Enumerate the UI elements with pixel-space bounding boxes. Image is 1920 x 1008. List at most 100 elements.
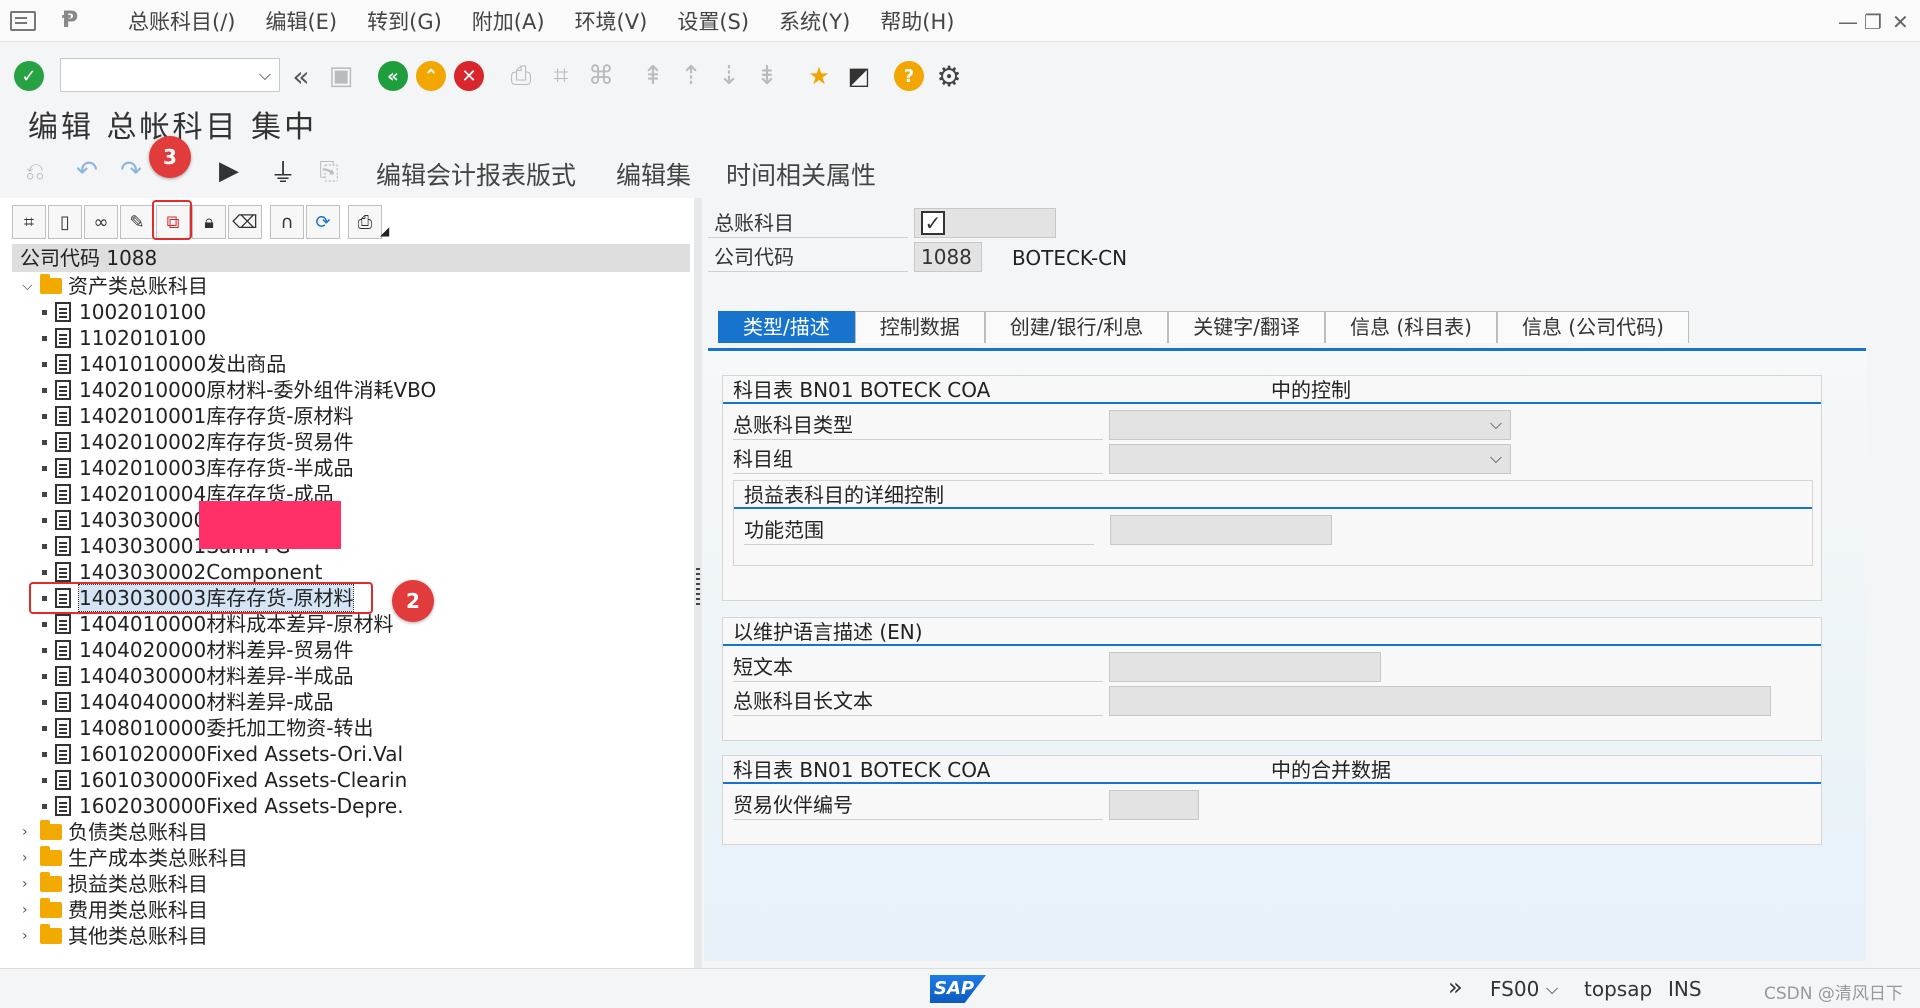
tree-folder[interactable]: › 生产成本类总账科目 — [12, 845, 690, 871]
functional-area-field[interactable] — [1110, 515, 1332, 545]
menu-gl-account[interactable]: 总账科目(/) — [128, 6, 235, 36]
tree-leaf-account[interactable]: 1404040000材料差异-成品 — [12, 689, 690, 715]
refresh-icon[interactable]: ⟳ — [306, 205, 340, 239]
tree-leaf-account[interactable]: 1002010100 — [12, 299, 690, 325]
tree-leaf-account[interactable]: 1404030000材料差异-半成品 — [12, 663, 690, 689]
tab-keyword-translation[interactable]: 关键字/翻译 — [1168, 311, 1325, 343]
menu-environment[interactable]: 环境(V) — [575, 6, 648, 36]
chevron-down-icon[interactable]: ⌵ — [1546, 979, 1558, 999]
trash-icon[interactable]: ⌫ — [228, 205, 262, 239]
gear-icon[interactable]: ⚙ — [932, 59, 966, 93]
menu-settings[interactable]: 设置(S) — [677, 6, 749, 36]
binoculars-icon[interactable]: ⌗ — [12, 205, 46, 239]
company-code-field[interactable]: 1088 — [914, 242, 982, 272]
menu-help[interactable]: 帮助(H) — [880, 6, 954, 36]
tree-folder[interactable]: › 负债类总账科目 — [12, 819, 690, 845]
headset-icon[interactable]: ∩ — [270, 205, 304, 239]
pencil-icon[interactable]: ✎ — [120, 205, 154, 239]
chevron-right-icon[interactable]: › — [22, 923, 36, 949]
printer-icon[interactable]: ⎙ — [348, 205, 382, 239]
chevron-down-icon[interactable]: ⌵ — [22, 273, 36, 299]
tree-leaf-account[interactable]: 1404010000材料成本差异-原材料 — [12, 611, 690, 637]
menu-goto[interactable]: 转到(G) — [367, 6, 442, 36]
save-icon[interactable]: ▣ — [324, 59, 358, 93]
tree-leaf-account[interactable]: 1601030000Fixed Assets-Clearin — [12, 767, 690, 793]
dropdown-arrow-icon[interactable]: ◢ — [380, 224, 389, 238]
command-field[interactable]: ⌵ — [60, 58, 280, 92]
chevron-right-icon[interactable]: › — [22, 819, 36, 845]
print-icon[interactable]: ⎙ — [504, 59, 538, 93]
tree-leaf-account[interactable]: 1408010000委托加工物资-转出 — [12, 715, 690, 741]
tree-leaf-account[interactable]: 1404020000材料差异-贸易件 — [12, 637, 690, 663]
tree-leaf-account[interactable]: 1402010000原材料-委外组件消耗VBO — [12, 377, 690, 403]
close-window-icon[interactable]: ✕ — [1892, 10, 1909, 34]
lock-icon[interactable]: 🔒︎ — [192, 205, 226, 239]
find-icon[interactable]: ⌗ — [544, 59, 578, 93]
menu-extras[interactable]: 附加(A) — [472, 6, 545, 36]
create-session-icon[interactable]: ★ — [802, 59, 836, 93]
tree-folder[interactable]: › 费用类总账科目 — [12, 897, 690, 923]
restore-icon[interactable]: ❐ — [1864, 10, 1882, 34]
menu-system[interactable]: 系统(Y) — [779, 6, 850, 36]
tree-leaf-account[interactable]: 1402010003库存存货-半成品 — [12, 455, 690, 481]
pane-splitter[interactable] — [694, 198, 702, 968]
chevron-right-icon[interactable]: › — [22, 897, 36, 923]
document-icon[interactable]: ⎘ — [312, 154, 346, 188]
tab-info-coa[interactable]: 信息 (科目表) — [1324, 311, 1497, 343]
chevron-right-icon[interactable]: › — [22, 845, 36, 871]
other-object-icon[interactable]: ⎌ — [18, 154, 52, 188]
tree-leaf-account[interactable]: 1402010001库存存货-原材料 — [12, 403, 690, 429]
shortcut-icon[interactable]: ◩ — [842, 59, 876, 93]
short-text-field[interactable] — [1109, 652, 1381, 682]
cancel-button[interactable]: ✕ — [452, 59, 486, 93]
tree-leaf-account[interactable]: 1601020000Fixed Assets-Ori.Val — [12, 741, 690, 767]
account-group-select[interactable]: ⌵ — [1109, 444, 1511, 474]
tree-leaf-account[interactable]: 1102010100 — [12, 325, 690, 351]
tree-leaf-account[interactable]: 1402010002库存存货-贸易件 — [12, 429, 690, 455]
tree-leaf-account[interactable]: 1401010000发出商品 — [12, 351, 690, 377]
tab-create-bank-interest[interactable]: 创建/银行/利息 — [984, 311, 1169, 343]
long-text-field[interactable] — [1109, 686, 1771, 716]
chevron-right-icon[interactable]: › — [22, 871, 36, 897]
tree-leaf-account[interactable]: 1602030000Fixed Assets-Depre. — [12, 793, 690, 819]
double-chevron-right-icon[interactable]: » — [1448, 973, 1463, 1001]
find-next-icon[interactable]: ⌘ — [584, 59, 618, 93]
time-dependent-attributes-button[interactable]: 时间相关属性 — [726, 156, 876, 192]
tree-folder-assets[interactable]: ⌵ 资产类总账科目 — [12, 273, 690, 299]
enter-button[interactable]: ✓ — [12, 59, 46, 93]
tab-type-description[interactable]: 类型/描述 — [718, 311, 855, 343]
gl-account-type-select[interactable]: ⌵ — [1109, 410, 1511, 440]
tree-leaf-account[interactable]: 1403030000FG — [12, 507, 690, 533]
edit-fs-version-button[interactable]: 编辑会计报表版式 — [376, 156, 576, 192]
edit-sets-button[interactable]: 编辑集 — [616, 156, 691, 192]
redo-icon[interactable]: ↷ — [114, 154, 148, 188]
tree-folder[interactable]: › 损益类总账科目 — [12, 871, 690, 897]
gl-account-field[interactable]: ✓ — [914, 208, 1056, 238]
trading-partner-field[interactable] — [1109, 790, 1199, 820]
help-button[interactable]: ? — [892, 59, 926, 93]
next-page-icon[interactable]: ⇣ — [712, 59, 746, 93]
new-document-icon[interactable]: ▯ — [48, 205, 82, 239]
previous-page-icon[interactable]: ⇡ — [674, 59, 708, 93]
exit-button[interactable]: ⌃ — [414, 59, 448, 93]
short-text-label: 短文本 — [733, 652, 1103, 682]
first-page-icon[interactable]: ⇞ — [636, 59, 670, 93]
double-chevron-left-icon[interactable]: « — [284, 59, 318, 93]
filter-icon[interactable]: ⏚ — [266, 154, 300, 189]
minimize-icon[interactable]: — — [1838, 10, 1858, 34]
tab-info-company-code[interactable]: 信息 (公司代码) — [1496, 311, 1689, 343]
back-button[interactable]: « — [376, 59, 410, 93]
undo-icon[interactable]: ↶ — [70, 154, 104, 188]
execute-icon[interactable]: ▶ — [212, 154, 246, 188]
sap-personalize-icon[interactable]: Ᵽ — [62, 8, 88, 33]
menu-icon[interactable] — [10, 10, 36, 31]
tree-leaf-account[interactable]: 1403030001Sami-FG — [12, 533, 690, 559]
gl-account-checkbox[interactable]: ✓ — [921, 211, 945, 235]
menu-edit[interactable]: 编辑(E) — [265, 6, 337, 36]
chevron-down-icon[interactable]: ⌵ — [259, 65, 271, 85]
tree-folder[interactable]: › 其他类总账科目 — [12, 923, 690, 949]
last-page-icon[interactable]: ⇟ — [750, 59, 784, 93]
display-icon[interactable]: ∞ — [84, 205, 118, 239]
tab-control-data[interactable]: 控制数据 — [854, 311, 985, 343]
tree-leaf-account[interactable]: 1402010004库存存货-成品 — [12, 481, 690, 507]
